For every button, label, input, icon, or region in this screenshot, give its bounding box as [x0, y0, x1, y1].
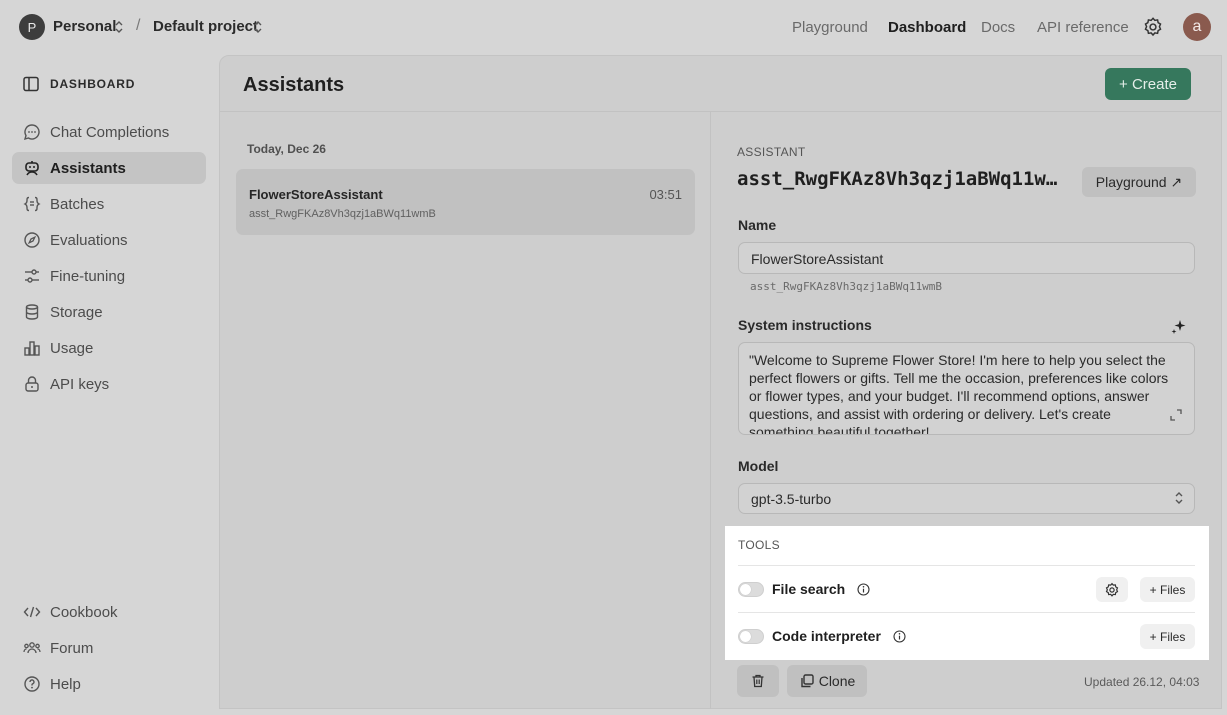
sidebar-item-api-keys[interactable]: API keys [12, 368, 206, 400]
page-title: Assistants [243, 74, 345, 96]
assistant-list: Today, Dec 26 FlowerStoreAssistant 03:51… [220, 112, 711, 709]
sidebar-header[interactable]: DASHBOARD [23, 74, 135, 94]
model-select[interactable]: gpt-3.5-turbo [738, 483, 1195, 514]
assistant-id: asst_RwgFKAz8Vh3qzj1aBWq11wmB [249, 208, 436, 220]
sidebar-item-label: Cookbook [50, 603, 118, 621]
info-icon[interactable] [857, 583, 870, 596]
org-avatar[interactable]: P [19, 14, 45, 40]
code-interpreter-toggle[interactable] [738, 629, 764, 644]
updated-timestamp: Updated 26.12, 04:03 [1084, 675, 1200, 689]
file-search-toggle[interactable] [738, 582, 764, 597]
sidebar-item-cookbook[interactable]: Cookbook [12, 596, 206, 628]
sidebar-item-label: Storage [50, 303, 103, 321]
bar-chart-icon [24, 341, 40, 356]
sidebar-item-batches[interactable]: Batches [12, 188, 206, 220]
sidebar-toggle-icon[interactable] [23, 76, 39, 92]
chevron-updown-icon[interactable] [114, 19, 124, 35]
create-button[interactable]: + Create [1105, 68, 1191, 100]
model-label: Model [738, 458, 779, 474]
sidebar-item-evaluations[interactable]: Evaluations [12, 224, 206, 256]
sliders-icon [25, 269, 39, 283]
chat-icon [23, 124, 40, 141]
braces-icon [23, 196, 41, 212]
sidebar-item-label: Chat Completions [50, 123, 170, 141]
sidebar-item-storage[interactable]: Storage [12, 296, 206, 328]
user-avatar[interactable]: a [1183, 13, 1211, 41]
settings-gear-icon[interactable] [1142, 16, 1164, 38]
sidebar-item-help[interactable]: Help [12, 668, 206, 700]
playground-button[interactable]: Playground ↗ [1082, 167, 1196, 197]
sidebar-item-forum[interactable]: Forum [12, 632, 206, 664]
file-search-settings-button[interactable] [1096, 577, 1128, 602]
detail-caption: ASSISTANT [737, 145, 806, 159]
database-icon [25, 304, 39, 320]
assistant-id-heading: asst_RwgFKAz8Vh3qzj1aBWq11wmB [737, 168, 1067, 190]
tool-row-file-search: File search + Files [738, 566, 1195, 612]
instructions-label: System instructions [738, 317, 872, 333]
delete-button[interactable] [737, 665, 779, 697]
sidebar-title: DASHBOARD [50, 77, 136, 91]
sidebar-item-assistants[interactable]: Assistants [12, 152, 206, 184]
list-item[interactable]: FlowerStoreAssistant 03:51 asst_RwgFKAz8… [236, 169, 695, 235]
sidebar-item-label: API keys [50, 375, 110, 393]
assistant-time: 03:51 [649, 187, 682, 202]
help-icon [24, 676, 40, 692]
org-switcher[interactable]: Personal [53, 18, 116, 35]
sidebar-item-label: Batches [50, 195, 105, 213]
tool-name: File search [772, 581, 846, 597]
sparkle-icon[interactable] [1170, 318, 1188, 336]
file-search-add-files-button[interactable]: + Files [1140, 577, 1195, 602]
sidebar-item-label: Assistants [50, 159, 126, 177]
sidebar-item-label: Fine-tuning [50, 267, 126, 285]
clone-label: Clone [818, 673, 856, 689]
nav-dashboard[interactable]: Dashboard [888, 19, 966, 36]
info-icon[interactable] [893, 630, 906, 643]
nav-playground[interactable]: Playground [792, 19, 868, 36]
tool-name: Code interpreter [772, 628, 881, 644]
sidebar-item-usage[interactable]: Usage [12, 332, 206, 364]
tool-row-code-interpreter: Code interpreter + Files [738, 613, 1195, 659]
robot-icon [25, 161, 39, 176]
name-input[interactable]: FlowerStoreAssistant [738, 242, 1195, 274]
code-icon [23, 606, 41, 618]
expand-icon[interactable] [1169, 408, 1183, 422]
project-switcher[interactable]: Default project [153, 18, 258, 35]
clone-button[interactable]: Clone [787, 665, 867, 697]
sidebar-item-chat-completions[interactable]: Chat Completions [12, 116, 206, 148]
nav-docs[interactable]: Docs [981, 19, 1015, 36]
list-date-header: Today, Dec 26 [247, 142, 326, 156]
sidebar-item-fine-tuning[interactable]: Fine-tuning [12, 260, 206, 292]
sidebar-item-label: Usage [50, 339, 94, 357]
breadcrumb-separator: / [136, 17, 141, 34]
tools-caption: TOOLS [738, 538, 780, 552]
lock-icon [25, 376, 39, 392]
sidebar-item-label: Evaluations [50, 231, 128, 249]
sidebar-item-label: Help [50, 675, 81, 693]
copy-icon [801, 674, 814, 688]
top-bar: P Personal / Default project Playground … [0, 0, 1227, 55]
chevron-updown-icon[interactable] [1174, 490, 1184, 506]
name-label: Name [738, 217, 777, 233]
assistant-name: FlowerStoreAssistant [249, 187, 383, 202]
compass-icon [24, 232, 40, 248]
main-header: Assistants + Create [220, 56, 1221, 112]
nav-api-reference[interactable]: API reference [1037, 19, 1129, 36]
trash-icon [752, 674, 764, 688]
tools-section: TOOLS File search + Files Code interpret… [725, 526, 1209, 660]
assistant-id-sub: asst_RwgFKAz8Vh3qzj1aBWq11wmB [750, 280, 943, 293]
instructions-textarea[interactable]: "Welcome to Supreme Flower Store! I'm he… [738, 342, 1195, 435]
code-interpreter-add-files-button[interactable]: + Files [1140, 624, 1195, 649]
gear-icon [1105, 582, 1119, 597]
people-icon [23, 642, 41, 654]
chevron-updown-icon[interactable] [253, 19, 263, 35]
sidebar-item-label: Forum [50, 639, 94, 657]
